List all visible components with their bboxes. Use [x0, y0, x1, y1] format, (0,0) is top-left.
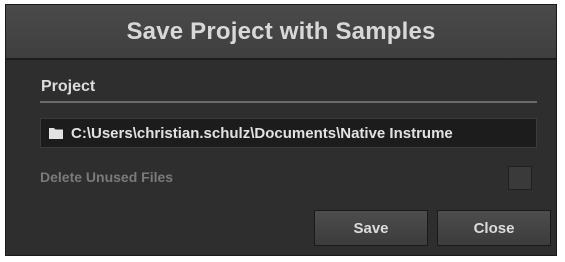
- project-path-text: C:\Users\christian.schulz\Documents\Nati…: [71, 124, 453, 142]
- folder-icon: [49, 127, 63, 139]
- dialog-titlebar[interactable]: Save Project with Samples: [6, 5, 556, 60]
- save-button[interactable]: Save: [314, 210, 428, 246]
- section-label-project: Project: [41, 78, 96, 95]
- dialog-title: Save Project with Samples: [126, 17, 436, 45]
- project-path-field[interactable]: C:\Users\christian.schulz\Documents\Nati…: [40, 118, 537, 148]
- delete-unused-files-label: Delete Unused Files: [40, 169, 174, 185]
- section-divider: [40, 101, 537, 103]
- close-button[interactable]: Close: [437, 210, 551, 246]
- save-project-dialog: Save Project with Samples Project C:\Use…: [5, 4, 557, 256]
- delete-unused-files-checkbox[interactable]: [508, 166, 532, 190]
